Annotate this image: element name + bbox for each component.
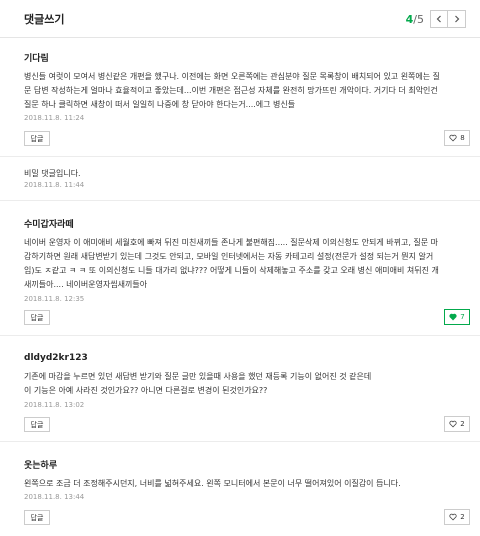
comment-line: 새끼들아.... 네이버운영자씹새끼들아 xyxy=(24,280,148,289)
comment-author: dldyd2kr123 xyxy=(24,353,88,363)
comment-date: 2018.11.8. 11:44 xyxy=(24,181,85,189)
comment-text: 기존에 마감을 누르면 있던 새답변 받기와 질문 글만 있을때 사용을 했던 … xyxy=(24,370,454,398)
chevron-left-icon xyxy=(436,15,441,23)
heart-icon xyxy=(449,420,457,428)
comment-line: 감하기하면 원래 새답변받기 있는데 그것도 안되고, 모바일 인터넷에서는 자… xyxy=(24,252,434,261)
reply-button[interactable]: 답글 xyxy=(24,310,50,325)
secret-comment-text: 비밀 댓글입니다. xyxy=(24,167,454,181)
comment-text: 왼쪽으로 조금 더 조정해주시던지, 너비를 넓혀주세요. 왼쪽 모니터에서 본… xyxy=(24,477,454,491)
comment-line: 비밀 댓글입니다. xyxy=(24,169,81,178)
comment-date: 2018.11.8. 11:24 xyxy=(24,114,85,122)
page-count: 4/5 xyxy=(406,13,424,26)
comment-text: 병신들 여럿이 모여서 병신같은 개편을 했구나. 이전에는 화면 오른쪽에는 … xyxy=(24,70,454,112)
comment-date: 2018.11.8. 13:44 xyxy=(24,493,85,501)
heart-icon xyxy=(449,134,457,142)
like-count: 2 xyxy=(460,513,465,521)
comment-author: 기다림 xyxy=(24,54,49,64)
comment-panel: 댓글쓰기 4/5 기다림 병신들 여럿이 모여서 병신같은 개편을 했구나. 이… xyxy=(0,0,480,536)
comment-text: 네이버 운영자 이 애미애비 세월호에 빠져 뒤진 미친새끼들 존나게 불편해짐… xyxy=(24,236,454,292)
write-comment-title[interactable]: 댓글쓰기 xyxy=(24,11,64,27)
comment-item: 옷는하루 왼쪽으로 조금 더 조정해주시던지, 너비를 넓혀주세요. 왼쪽 모니… xyxy=(0,442,480,536)
page-total: 5 xyxy=(417,12,424,26)
comment-item: dldyd2kr123 기존에 마감을 누르면 있던 새답변 받기와 질문 글만… xyxy=(0,336,480,442)
like-button[interactable]: 2 xyxy=(444,509,470,525)
comment-date: 2018.11.8. 12:35 xyxy=(24,295,85,303)
reply-button[interactable]: 답글 xyxy=(24,510,50,525)
like-button[interactable]: 2 xyxy=(444,416,470,432)
next-page-button[interactable] xyxy=(448,10,466,28)
comment-line: 기존에 마감을 누르면 있던 새답변 받기와 질문 글만 있을때 사용을 했던 … xyxy=(24,372,372,381)
like-button[interactable]: 7 xyxy=(444,309,470,325)
like-count: 7 xyxy=(460,313,465,321)
chevron-right-icon xyxy=(454,15,459,23)
reply-button[interactable]: 답글 xyxy=(24,131,50,146)
like-button[interactable]: 8 xyxy=(444,130,470,146)
comment-line: 병신들 여럿이 모여서 병신같은 개편을 했구나. 이전에는 화면 오른쪽에는 … xyxy=(24,72,441,81)
heart-icon xyxy=(449,513,457,521)
comment-line: 문 답변 작성하는게 얼마나 효율적이고 좋았는데...이번 개편은 접근성 자… xyxy=(24,86,438,95)
reply-button[interactable]: 답글 xyxy=(24,417,50,432)
comment-line: 임)도 ㅈ같고 ㅋ ㅋ 또 이의신청도 니들 대가리 없냐??? 어떻게 니들이… xyxy=(24,266,439,275)
comment-item: 기다림 병신들 여럿이 모여서 병신같은 개편을 했구나. 이전에는 화면 오른… xyxy=(0,38,480,157)
comment-line: 이 기능은 아예 사라진 것인가요?? 아니면 다른걸로 변경이 된것인가요?? xyxy=(24,386,268,395)
like-count: 2 xyxy=(460,420,465,428)
comment-author: 수미갑자라떼 xyxy=(24,220,74,230)
comment-line: 질문 하나 클릭하면 새창이 떠서 일일히 나중에 창 닫아야 한다는거....… xyxy=(24,100,296,109)
comment-header: 댓글쓰기 4/5 xyxy=(0,0,480,38)
comment-date: 2018.11.8. 13:02 xyxy=(24,401,85,409)
prev-page-button[interactable] xyxy=(430,10,448,28)
comment-pager: 4/5 xyxy=(406,10,466,28)
comment-author: 옷는하루 xyxy=(24,461,58,471)
like-count: 8 xyxy=(460,134,465,142)
comment-item: 수미갑자라떼 네이버 운영자 이 애미애비 세월호에 빠져 뒤진 미친새끼들 존… xyxy=(0,201,480,336)
comment-line: 네이버 운영자 이 애미애비 세월호에 빠져 뒤진 미친새끼들 존나게 불편해짐… xyxy=(24,238,439,247)
heart-filled-icon xyxy=(449,313,457,321)
comment-line: 왼쪽으로 조금 더 조정해주시던지, 너비를 넓혀주세요. 왼쪽 모니터에서 본… xyxy=(24,479,401,488)
comment-item: 비밀 댓글입니다. 2018.11.8. 11:44 xyxy=(0,157,480,201)
